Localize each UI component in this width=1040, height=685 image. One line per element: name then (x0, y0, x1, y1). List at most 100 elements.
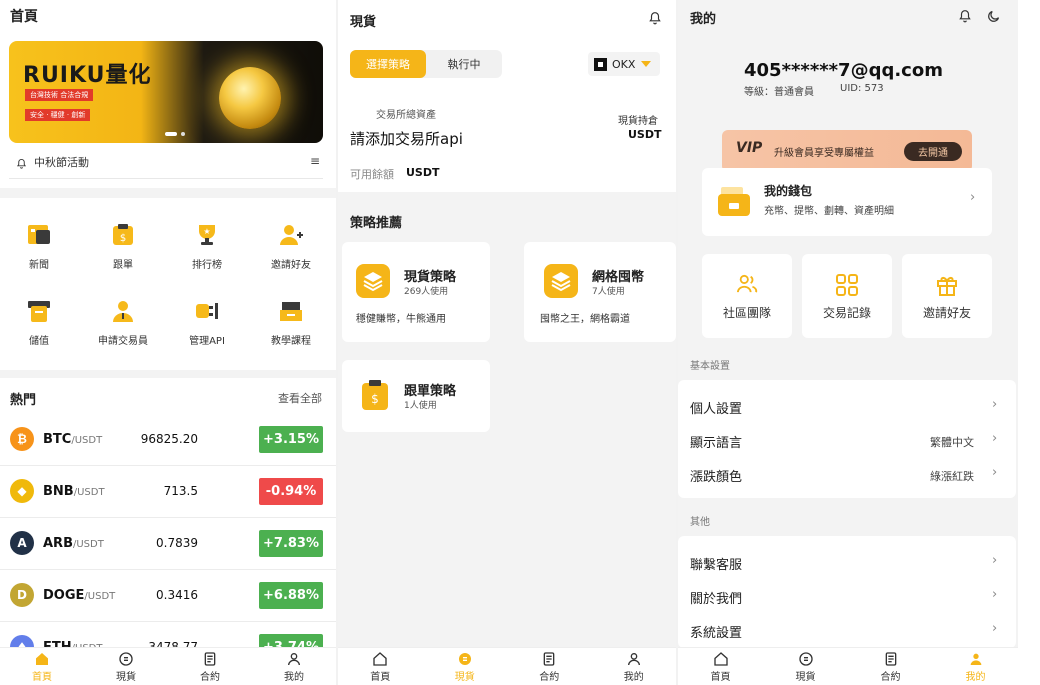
strategy-card-spot[interactable]: 現貨策略 269人使用 穩健賺幣，牛熊通用 (342, 242, 490, 342)
holding-unit: USDT (628, 128, 662, 141)
hot-row-doge[interactable]: D DOGE/USDT 0.3416 +6.88% (0, 570, 336, 622)
recommend-title: 策略推薦 (350, 216, 403, 231)
grid-item-invite[interactable]: 邀請好友 (256, 222, 326, 271)
clipboard-dollar-icon: $ (360, 378, 390, 412)
btc-coin-icon: ₿ (10, 427, 34, 451)
document-icon (204, 652, 216, 666)
tab-mine[interactable]: 我的 (252, 648, 336, 685)
grid-item-news[interactable]: 新聞 (4, 222, 74, 271)
tab-select-strategy[interactable]: 選擇策略 (350, 50, 426, 78)
bottom-tabbar: 首頁 現貨 合約 我的 (0, 647, 336, 685)
okx-icon (594, 57, 607, 71)
settings-row-support[interactable]: 聯繫客服 › (678, 550, 1016, 574)
svg-text:★: ★ (203, 227, 210, 236)
gold-coin-image (219, 67, 281, 129)
trophy-icon: ★ (194, 222, 220, 248)
vip-activate-button[interactable]: 去開通 (904, 142, 962, 161)
settings-row-system[interactable]: 系統設置 › (678, 618, 1016, 642)
view-all-link[interactable]: 查看全部 (278, 390, 322, 406)
bottom-tabbar: 首頁 現貨 合約 我的 (678, 647, 1018, 685)
change-badge[interactable]: +6.88% (259, 582, 323, 609)
team-icon (736, 274, 758, 298)
tab-contract[interactable]: 合約 (507, 648, 592, 685)
grid-icon (836, 274, 858, 300)
change-badge[interactable]: +7.83% (259, 530, 323, 557)
tab-home[interactable]: 首頁 (0, 648, 84, 685)
bell-icon (16, 155, 27, 174)
strategy-card-grid[interactable]: 網格囤幣 7人使用 囤幣之王，網格霸道 (524, 242, 676, 342)
tab-running[interactable]: 執行中 (426, 50, 502, 78)
change-badge[interactable]: +3.15% (259, 426, 323, 453)
change-badge[interactable]: -0.94% (259, 478, 323, 505)
tab-home[interactable]: 首頁 (338, 648, 423, 685)
other-list: 聯繫客服 › 關於我們 › 系統設置 › (678, 536, 1016, 648)
divider (9, 178, 323, 179)
pair-price: 0.7839 (156, 536, 198, 550)
add-api-prompt[interactable]: 請添加交易所api (350, 128, 463, 149)
chevron-right-icon: › (992, 431, 998, 446)
tab-spot[interactable]: 現貨 (423, 648, 508, 685)
user-icon (627, 653, 640, 666)
carousel-dot[interactable] (181, 132, 185, 136)
tab-contract[interactable]: 合約 (168, 648, 252, 685)
shortcut-invite[interactable]: 邀請好友 (902, 254, 992, 338)
layers-icon (356, 264, 390, 298)
hot-row-arb[interactable]: A ARB/USDT 0.7839 +7.83% (0, 518, 336, 570)
shortcut-trade-records[interactable]: 交易記錄 (802, 254, 892, 338)
settings-row-language[interactable]: 顯示語言 繁體中文 › (678, 428, 1016, 452)
grid-item-apply-trader[interactable]: 申請交易員 (88, 298, 158, 347)
vip-banner[interactable]: VIP 升級會員享受專屬權益 去開通 (722, 130, 972, 172)
banner-line1: 台灣技術 合法合規 (25, 89, 94, 101)
vip-text: 升級會員享受專屬權益 (774, 148, 874, 159)
hot-row-bnb[interactable]: ◆ BNB/USDT 713.5 -0.94% (0, 466, 336, 518)
settings-row-personal[interactable]: 個人設置 › (678, 394, 1016, 418)
document-icon (885, 652, 896, 666)
svg-text:$: $ (371, 392, 379, 406)
wallet-card[interactable]: 我的錢包 充幣、提幣、劃轉、資產明細 › (702, 168, 992, 236)
hot-row-btc[interactable]: ₿ BTC/USDT 96825.20 +3.15% (0, 414, 336, 466)
vip-badge: VIP (736, 140, 763, 156)
menu-icon[interactable]: ≡ (310, 154, 320, 168)
tab-mine[interactable]: 我的 (592, 648, 677, 685)
settings-row-about[interactable]: 關於我們 › (678, 584, 1016, 608)
arb-coin-icon: A (10, 531, 34, 555)
coin-icon (458, 653, 471, 665)
tab-contract[interactable]: 合約 (848, 648, 933, 685)
carousel-dot-active[interactable] (165, 132, 177, 136)
tab-spot[interactable]: 現貨 (763, 648, 848, 685)
settings-row-color[interactable]: 漲跌顏色 綠漲紅跌 › (678, 462, 1016, 486)
chevron-right-icon: › (992, 587, 998, 602)
tab-mine[interactable]: 我的 (933, 648, 1018, 685)
grid-item-course[interactable]: 教學課程 (256, 298, 326, 347)
gift-icon (936, 274, 958, 300)
chevron-right-icon: › (992, 553, 998, 568)
tab-home[interactable]: 首頁 (678, 648, 763, 685)
chevron-right-icon: › (992, 465, 998, 480)
grid-item-deposit[interactable]: 儲值 (4, 298, 74, 347)
chevron-right-icon: › (992, 397, 998, 412)
basic-settings-title: 基本設置 (690, 361, 730, 372)
user-uid: UID: 573 (840, 83, 884, 94)
promo-banner[interactable]: RUIKU量化 台灣技術 合法合規 安全 · 穩健 · 創新 (9, 41, 323, 143)
pair-price: 713.5 (163, 484, 198, 498)
pair-price: 0.3416 (156, 588, 198, 602)
moon-icon[interactable] (986, 9, 1001, 28)
grid-item-manage-api[interactable]: 管理API (172, 298, 242, 347)
exchange-select[interactable]: OKX (588, 52, 660, 76)
home-icon (373, 652, 387, 666)
bell-icon[interactable] (958, 9, 972, 28)
svg-text:$: $ (120, 233, 126, 244)
grid-item-ranking[interactable]: ★ 排行榜 (172, 222, 242, 271)
strategy-card-copy[interactable]: $ 跟單策略 1人使用 (342, 360, 490, 432)
shortcut-community[interactable]: 社區團隊 (702, 254, 792, 338)
course-icon (278, 298, 304, 324)
layers-icon (544, 264, 578, 298)
deposit-icon (26, 298, 52, 324)
coin-icon (798, 652, 813, 666)
tab-spot[interactable]: 現貨 (84, 648, 168, 685)
trader-icon (110, 298, 136, 324)
grid-item-copy-trade[interactable]: $ 跟單 (88, 222, 158, 271)
bell-icon[interactable] (648, 11, 662, 30)
notice-text[interactable]: 中秋節活動 (34, 154, 89, 170)
user-level: 等級：普通會員 (744, 87, 814, 98)
